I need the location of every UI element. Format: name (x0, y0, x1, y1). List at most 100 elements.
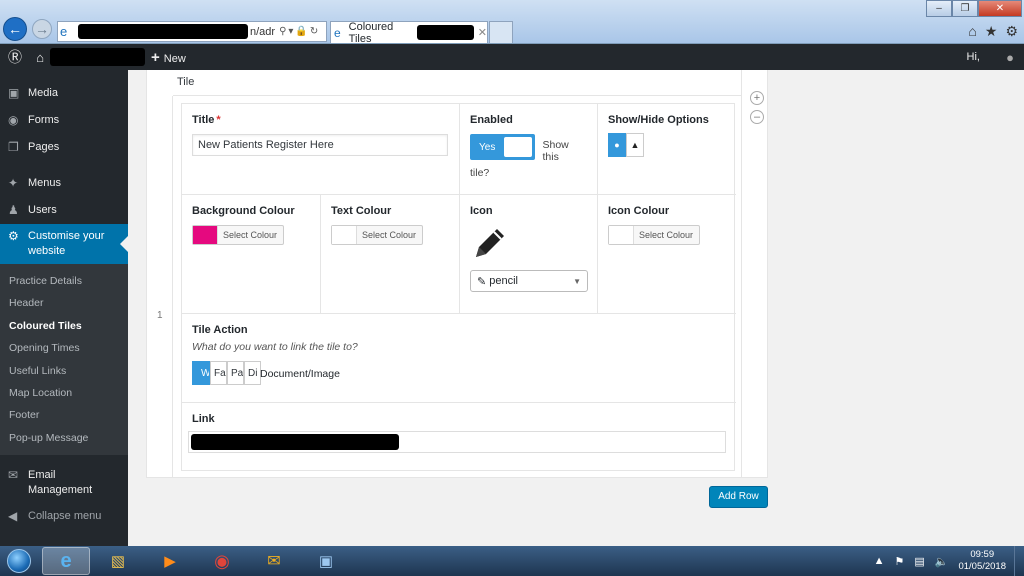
text-colour-picker[interactable]: Select Colour (331, 225, 424, 245)
new-tab-button[interactable] (489, 21, 513, 43)
collapse-menu-button[interactable]: ◀ Collapse menu (0, 503, 128, 530)
toggle-on-label: Yes (479, 141, 496, 153)
taskbar-explorer[interactable]: ▧ (94, 547, 142, 575)
media-player-icon: ▶ (164, 553, 176, 570)
browser-chrome: ← → e n/adr ⚲▾🔒↻ e Coloured Tiles ✕ – ❐ … (0, 0, 1024, 45)
outlook-icon: ✉ (267, 553, 281, 570)
add-row-button[interactable]: Add Row (709, 486, 768, 508)
gear-icon: ⚙ (8, 229, 19, 243)
title-input[interactable] (192, 134, 448, 156)
submenu-footer[interactable]: Footer (0, 404, 128, 426)
sidebar-item-label: Collapse menu (28, 510, 102, 523)
minimize-icon[interactable]: – (926, 0, 952, 17)
tile-fields: Title* Enabled Yes Show this tile? Show/… (181, 103, 736, 472)
action-option-web[interactable]: W (192, 361, 210, 385)
gear-icon[interactable]: ⚙ (1005, 23, 1018, 40)
icon-colour-label: Icon Colour (608, 205, 670, 217)
action-option-document[interactable]: Di (244, 361, 261, 385)
taskbar-media-player[interactable]: ▶ (146, 547, 194, 575)
submenu-useful-links[interactable]: Useful Links (0, 360, 128, 382)
home-icon[interactable]: ⌂ (30, 50, 50, 65)
address-tools-icon[interactable]: ⚲▾🔒↻ (279, 26, 320, 37)
hide-options-icon[interactable]: ▲ (626, 133, 644, 157)
tiles-panel: Tile 1 + – Title* Enabled Yes Show th (146, 70, 768, 478)
start-button[interactable] (0, 546, 38, 576)
submenu-map-location[interactable]: Map Location (0, 382, 128, 404)
network-icon[interactable]: ▤ (914, 555, 924, 568)
flag-icon[interactable]: ⚑ (894, 555, 904, 568)
icon-select[interactable]: ✎ pencil ▼ (470, 270, 588, 292)
bg-colour-picker[interactable]: Select Colour (192, 225, 285, 245)
url-text: n/adr (250, 25, 276, 38)
redacted-tab-text (417, 25, 474, 40)
favorites-star-icon[interactable]: ★ (985, 23, 998, 40)
submenu-header[interactable]: Header (0, 292, 128, 314)
taskbar-remote-desktop[interactable]: ▣ (302, 547, 350, 575)
system-tray: ▲ ⚑ ▤ 🔈 09:59 01/05/2018 (874, 549, 1014, 573)
tile-action-description: What do you want to link the tile to? (192, 341, 358, 353)
sidebar-item-users[interactable]: ♟ Users (0, 197, 128, 224)
enabled-field-cell: Enabled Yes Show this tile? (460, 104, 598, 195)
user-avatar-icon[interactable]: ● (1006, 50, 1014, 65)
toggle-knob (503, 137, 532, 157)
required-marker: * (216, 114, 221, 126)
taskbar-outlook[interactable]: ✉ (250, 547, 298, 575)
submenu-opening-times[interactable]: Opening Times (0, 337, 128, 359)
wordpress-logo-icon[interactable]: Ⓡ (0, 47, 30, 67)
sidebar-item-label: Customise your website (28, 230, 105, 257)
toggle-description-cont: tile? (470, 167, 490, 179)
show-options-icon[interactable]: ● (608, 133, 626, 157)
sidebar-item-media[interactable]: ▣ Media (0, 80, 128, 107)
ie-logo-icon: e (60, 24, 68, 39)
taskbar-chrome[interactable]: ◉ (198, 547, 246, 575)
close-tab-icon[interactable]: ✕ (478, 26, 487, 39)
icon-colour-picker[interactable]: Select Colour (608, 225, 701, 245)
add-row-plus-icon[interactable]: + (750, 91, 764, 105)
sidebar-item-menus[interactable]: ✦ Menus (0, 170, 128, 197)
action-option-fa[interactable]: Fa (210, 361, 227, 385)
sidebar-item-pages[interactable]: ❐ Pages (0, 134, 128, 161)
address-bar[interactable]: e n/adr ⚲▾🔒↻ (57, 21, 327, 42)
window-controls: – ❐ ✕ (926, 0, 1022, 17)
remove-row-minus-icon[interactable]: – (750, 110, 764, 124)
tile-action-label: Tile Action (192, 324, 248, 336)
enabled-toggle[interactable]: Yes (470, 134, 535, 160)
greeting[interactable]: Hi, (967, 51, 980, 63)
link-input[interactable] (188, 431, 726, 453)
link-field-cell: Link (182, 403, 736, 472)
sidebar-item-label: Media (28, 87, 58, 99)
redacted-link (191, 434, 399, 450)
windows-taskbar: e ▧ ▶ ◉ ✉ ▣ ▲ ⚑ ▤ 🔈 09:59 01/05/2018 (0, 546, 1024, 576)
remote-desktop-icon: ▣ (318, 553, 334, 570)
sidebar-item-email-management[interactable]: ✉ Email Management (0, 463, 128, 503)
sidebar-item-customise[interactable]: ⚙ Customise your website (0, 224, 128, 264)
submenu-practice-details[interactable]: Practice Details (0, 270, 128, 292)
email-icon: ✉ (8, 468, 19, 483)
clock-time: 09:59 (970, 549, 995, 560)
show-desktop-button[interactable] (1014, 546, 1024, 576)
clock[interactable]: 09:59 01/05/2018 (958, 549, 1006, 573)
taskbar-ie[interactable]: e (42, 547, 90, 575)
tray-expand-icon[interactable]: ▲ (874, 555, 885, 567)
new-content-button[interactable]: + New (151, 49, 186, 66)
submenu-coloured-tiles[interactable]: Coloured Tiles (0, 315, 128, 337)
forward-arrow-icon[interactable]: → (32, 19, 52, 39)
select-colour-label: Select Colour (362, 230, 417, 240)
volume-icon[interactable]: 🔈 (935, 555, 949, 568)
sidebar-item-forms[interactable]: ◉ Forms (0, 107, 128, 134)
back-arrow-icon[interactable]: ← (3, 17, 27, 41)
restore-icon[interactable]: ❐ (952, 0, 978, 17)
close-window-icon[interactable]: ✕ (978, 0, 1022, 17)
sidebar-item-label: Users (28, 204, 57, 216)
home-icon[interactable]: ⌂ (968, 23, 976, 40)
browser-tab[interactable]: e Coloured Tiles ✕ (330, 21, 488, 45)
showhide-buttons: ● ▲ (608, 133, 726, 157)
pencil-icon: ✎ (477, 275, 487, 288)
text-colour-field-cell: Text Colour Select Colour (321, 195, 460, 314)
ie-logo-icon: e (60, 549, 72, 572)
submenu-popup-message[interactable]: Pop-up Message (0, 427, 128, 449)
icon-colour-field-cell: Icon Colour Select Colour (598, 195, 736, 314)
redacted-site-name[interactable] (50, 48, 145, 66)
icon-label: Icon (470, 205, 493, 217)
action-option-page[interactable]: Pa (227, 361, 244, 385)
